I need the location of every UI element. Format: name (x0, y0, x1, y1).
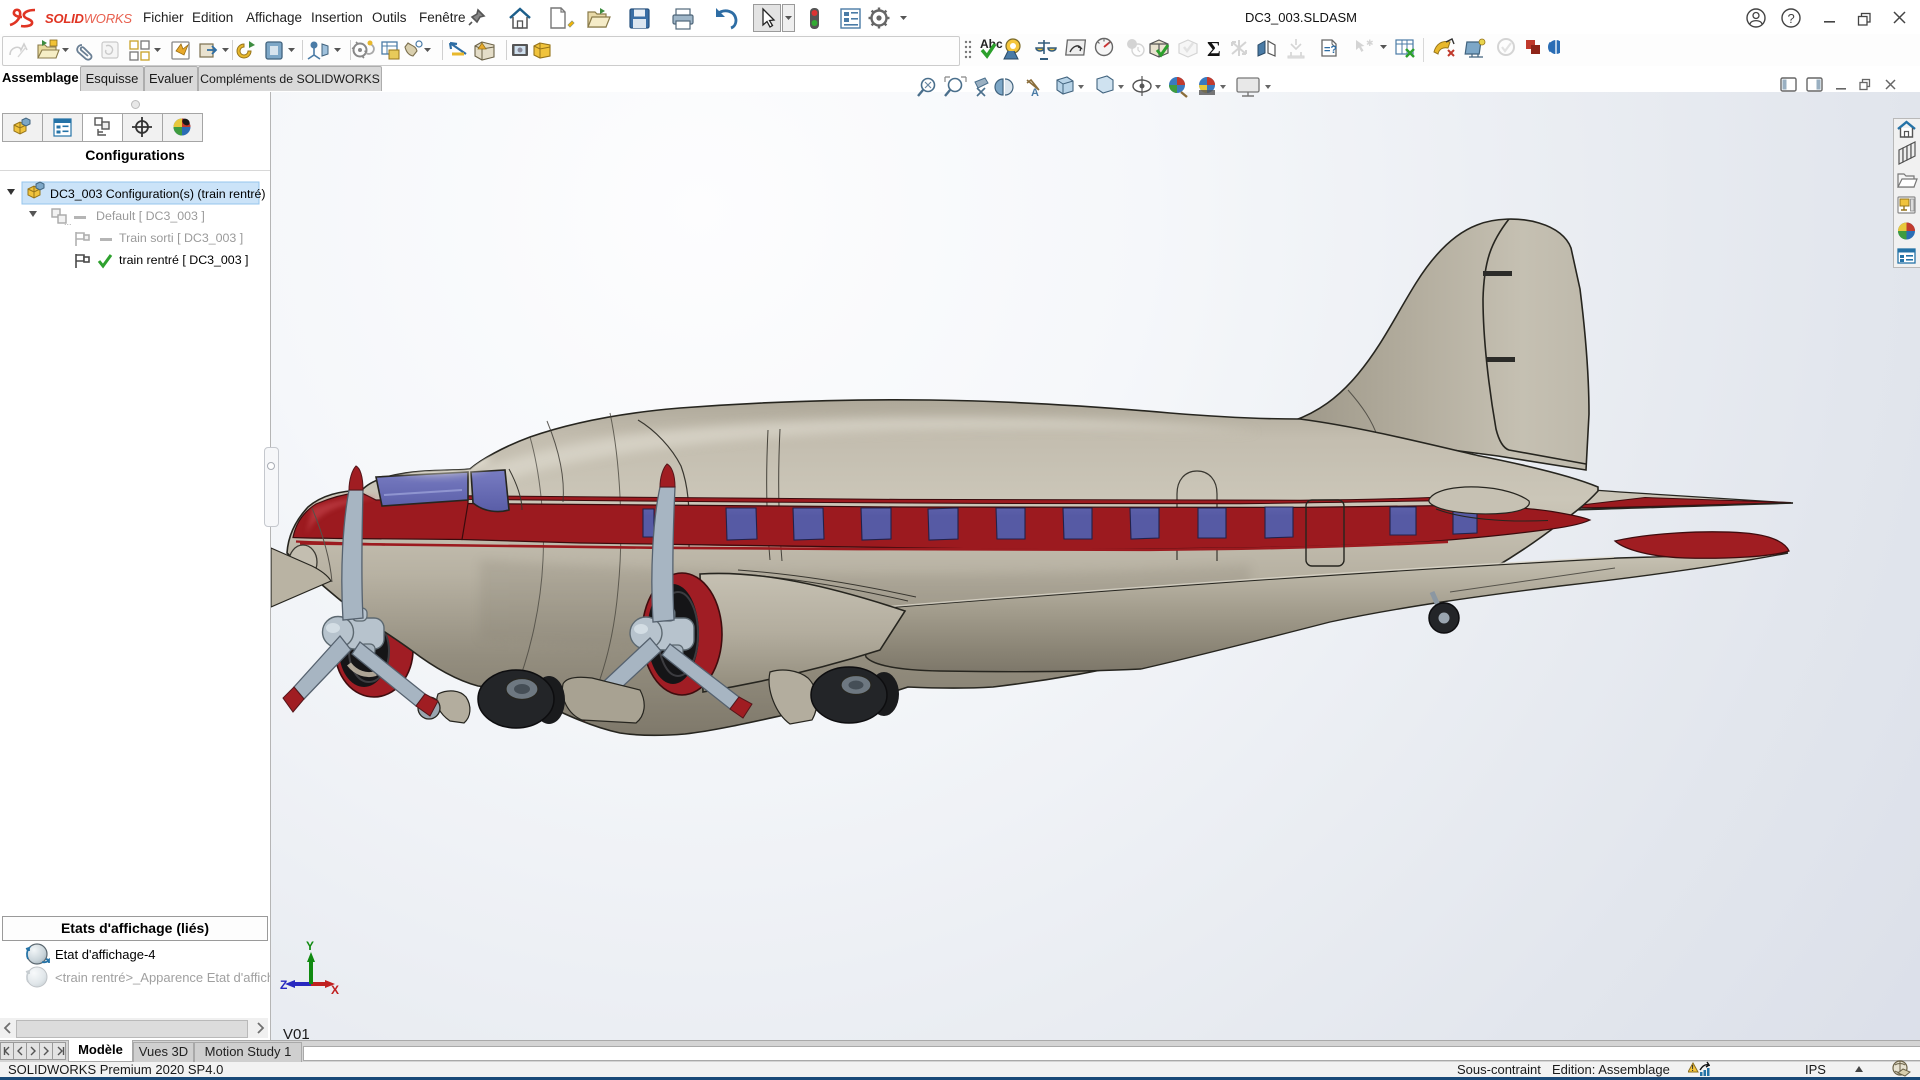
svg-text:!: ! (1691, 1064, 1694, 1073)
svg-text:DC3_003 Configuration(s) (tra: DC3_003 Configuration(s) (train rentré) (50, 187, 266, 201)
svg-text:=?: =? (1324, 44, 1337, 56)
svg-text:Y: Y (306, 939, 314, 953)
svg-text:...: ... (64, 217, 72, 227)
svg-text:Etat d'affichage-4: Etat d'affichage-4 (55, 947, 156, 962)
svg-text:Train sorti [ DC3_003 ]: Train sorti [ DC3_003 ] (119, 231, 243, 245)
svg-text:A: A (1031, 87, 1039, 99)
svg-text:train rentré [ DC3_003 ]: train rentré [ DC3_003 ] (119, 253, 248, 267)
svg-text:<train rentré>_Apparence Etat: <train rentré>_Apparence Etat d'affichag… (55, 970, 270, 985)
svg-text:Default [ DC3_003 ]: Default [ DC3_003 ] (96, 209, 205, 223)
svg-text:V01: V01 (283, 1026, 310, 1040)
svg-text:Σ: Σ (1207, 37, 1221, 61)
svg-text:?: ? (1788, 11, 1795, 26)
svg-text:✱: ✱ (1366, 38, 1374, 48)
svg-text:Z: Z (280, 978, 287, 992)
svg-text:X: X (331, 983, 339, 997)
